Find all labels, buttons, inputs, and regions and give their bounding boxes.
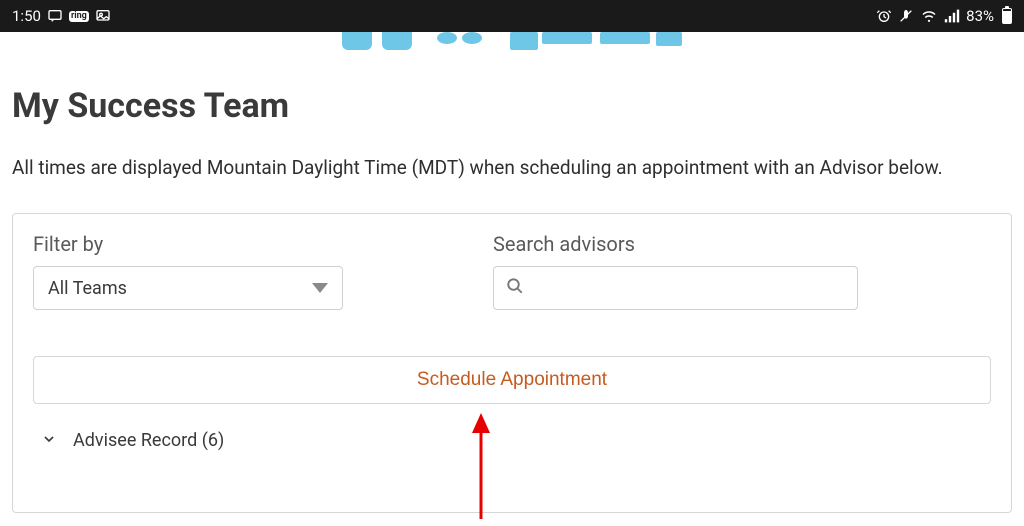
status-time: 1:50 — [12, 7, 41, 25]
banner-illustration — [0, 32, 1024, 50]
image-icon — [95, 8, 111, 24]
search-advisors-label: Search advisors — [493, 232, 858, 256]
main-content: My Success Team All times are displayed … — [0, 50, 1024, 513]
timezone-note: All times are displayed Mountain Dayligh… — [12, 156, 1012, 179]
mute-icon — [898, 8, 914, 24]
filter-by-label: Filter by — [33, 232, 343, 256]
advisee-record-accordion[interactable]: Advisee Record (6) — [33, 426, 991, 455]
schedule-appointment-button[interactable]: Schedule Appointment — [33, 356, 991, 404]
filter-by-column: Filter by All Teams — [33, 232, 343, 310]
wifi-icon — [920, 8, 938, 24]
battery-icon — [1000, 8, 1012, 24]
signal-icon — [944, 8, 960, 24]
status-right: 83% — [876, 7, 1012, 25]
status-bar: 1:50 ring — [0, 0, 1024, 32]
caret-down-icon — [312, 283, 328, 293]
filters-row: Filter by All Teams Search advisors — [33, 232, 991, 310]
status-left: 1:50 ring — [12, 7, 111, 25]
alarm-icon — [876, 8, 892, 24]
message-icon — [47, 8, 63, 24]
advisee-record-label: Advisee Record (6) — [73, 430, 224, 451]
success-team-card: Filter by All Teams Search advisors — [12, 213, 1012, 513]
page-title: My Success Team — [12, 86, 1012, 126]
search-input[interactable] — [534, 278, 845, 298]
search-icon — [506, 277, 524, 299]
filter-by-value: All Teams — [48, 278, 127, 299]
search-box[interactable] — [493, 266, 858, 310]
filter-by-select[interactable]: All Teams — [33, 266, 343, 310]
chevron-down-icon — [41, 431, 57, 451]
app-badge-icon: ring — [69, 11, 89, 22]
search-column: Search advisors — [493, 232, 858, 310]
battery-percent: 83% — [966, 7, 994, 25]
